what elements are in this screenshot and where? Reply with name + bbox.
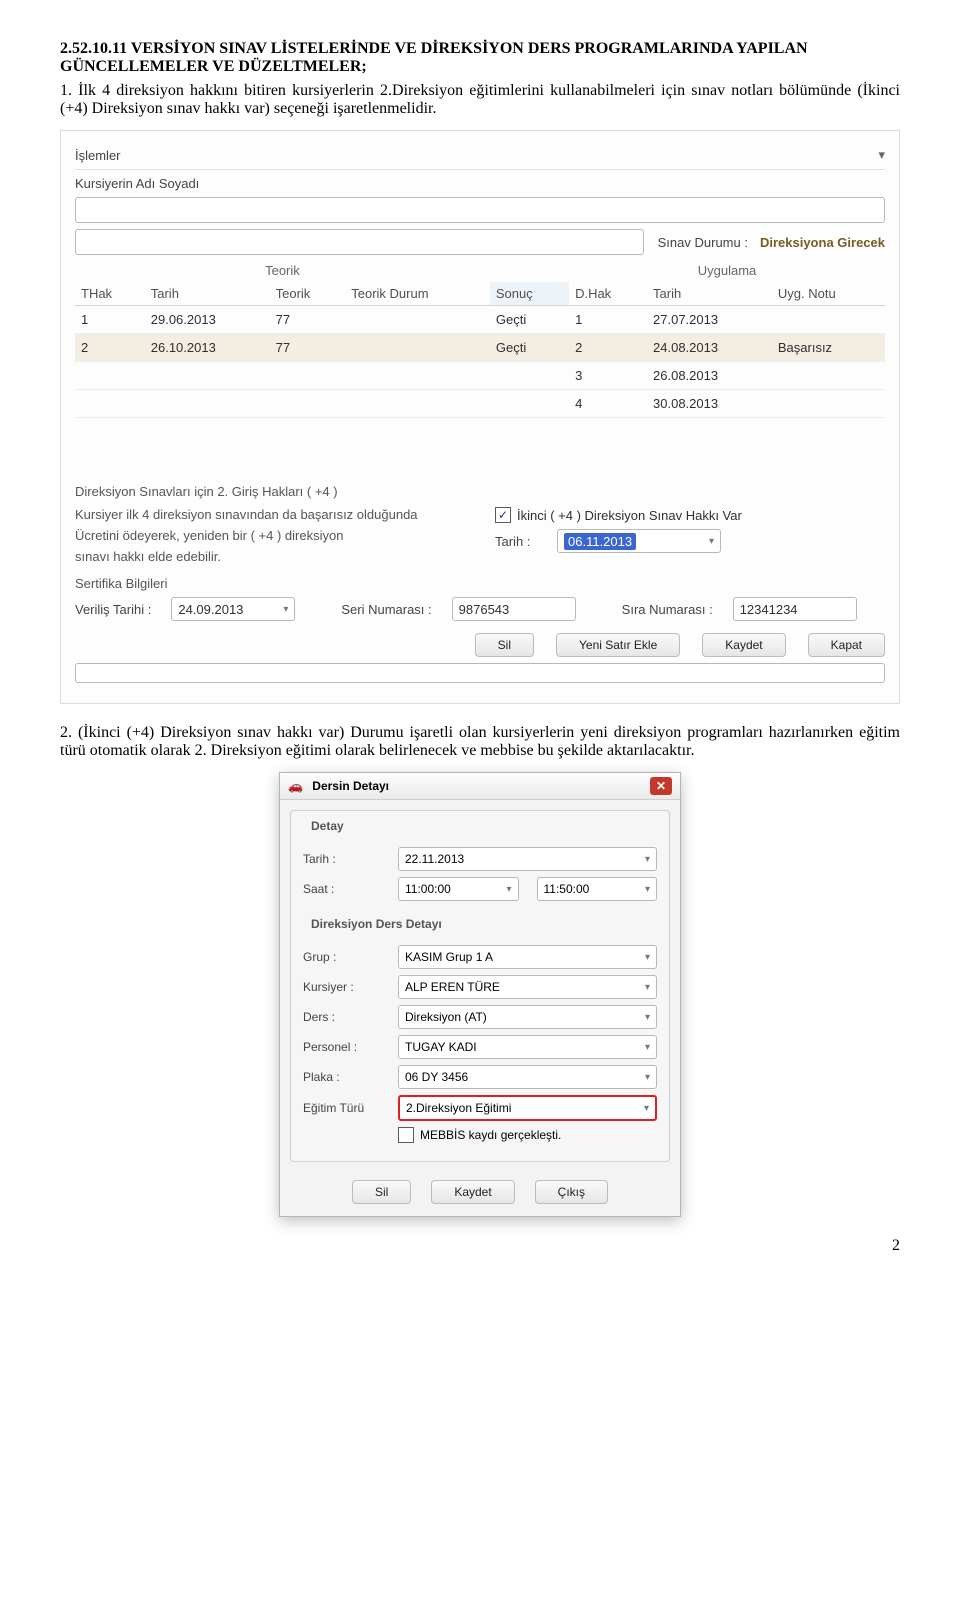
kapat-button[interactable]: Kapat [808,633,885,657]
th-thak: THak [75,282,145,306]
grup-input[interactable]: KASIM Grup 1 A [398,945,657,969]
paragraph-2: 2. (İkinci (+4) Direksiyon sınav hakkı v… [60,724,900,760]
kursiyer-input[interactable]: ALP EREN TÜRE [398,975,657,999]
mebbis-checkbox[interactable] [398,1127,414,1143]
saat-label: Saat : [303,882,398,896]
dlg-sil-button[interactable]: Sil [352,1180,411,1204]
yeni-satir-button[interactable]: Yeni Satır Ekle [556,633,680,657]
sertifika-title: Sertifika Bilgileri [75,576,885,591]
tarih-input[interactable]: 06.11.2013 ▾ [557,529,721,553]
ders-label: Ders : [303,1010,398,1024]
close-icon[interactable]: ✕ [650,777,672,795]
chevron-down-icon[interactable]: ▾ [709,536,714,547]
plaka-label: Plaka : [303,1070,398,1084]
car-icon: 🚗 [288,779,303,793]
verilis-tarihi-input[interactable]: 24.09.2013 ▾ [171,597,295,621]
egitim-turu-input[interactable]: 2.Direksiyon Eğitimi [398,1095,657,1121]
th-sonuc: Sonuç [490,282,569,306]
verilis-tarihi-label: Veriliş Tarihi : [75,602,151,617]
sira-numarasi-label: Sıra Numarası : [622,602,713,617]
doc-title: 2.52.10.11 VERSİYON SINAV LİSTELERİNDE V… [60,40,900,76]
kaydet-button[interactable]: Kaydet [702,633,785,657]
mebbis-label: MEBBİS kaydı gerçekleşti. [420,1128,561,1142]
saat-end-input[interactable]: 11:50:00 [537,877,658,901]
ikinci-hak-checkbox[interactable]: ✓ [495,507,511,523]
table-row[interactable]: 4 30.08.2013 [75,390,885,418]
th-group-teorik: Teorik [75,263,490,282]
page-number: 2 [60,1237,900,1255]
th-tarih2: Tarih [647,282,772,306]
ders-input[interactable]: Direksiyon (AT) [398,1005,657,1029]
menu-dropdown-icon[interactable]: ▾ [878,147,885,163]
exam-notes-window: İşlemler ▾ Kursiyerin Adı Soyadı Sınav D… [60,130,900,704]
giris-haklari-title: Direksiyon Sınavları için 2. Giriş Hakla… [75,484,885,499]
status-bar [75,663,885,683]
note-line-2: Ücretini ödeyerek, yeniden bir ( +4 ) di… [75,528,465,543]
kursiyer-name-label: Kursiyerin Adı Soyadı [75,176,879,191]
table-row[interactable]: 1 29.06.2013 77 Geçti 1 27.07.2013 [75,306,885,334]
dlg-kaydet-button[interactable]: Kaydet [431,1180,514,1204]
dialog-title: Dersin Detayı [312,779,389,793]
egitim-turu-label: Eğitim Türü [303,1101,398,1115]
seri-numarasi-input[interactable]: 9876543 [452,597,576,621]
th-tarih: Tarih [145,282,270,306]
sinav-durumu-value: Direksiyona Girecek [760,235,885,250]
group-detay-title: Detay [307,819,348,833]
lesson-detail-dialog: 🚗 Dersin Detayı ✕ Detay Tarih : 22.11.20… [279,772,681,1217]
seri-numarasi-label: Seri Numarası : [341,602,431,617]
group-direksiyon-title: Direksiyon Ders Detayı [307,917,446,931]
th-teorik: Teorik [270,282,346,306]
th-uygnotu: Uyg. Notu [772,282,885,306]
note-line-1: Kursiyer ilk 4 direksiyon sınavından da … [75,507,465,522]
divider [75,169,885,170]
grup-label: Grup : [303,950,398,964]
note-line-3: sınavı hakkı elde edebilir. [75,549,465,564]
saat-start-input[interactable]: 11:00:00 [398,877,519,901]
personel-input[interactable]: TUGAY KADI [398,1035,657,1059]
filter-input[interactable] [75,229,644,255]
chevron-down-icon[interactable]: ▾ [283,604,288,615]
paragraph-1: 1. İlk 4 direksiyon hakkını bitiren kurs… [60,82,900,118]
sira-numarasi-input[interactable]: 12341234 [733,597,857,621]
tarih-label: Tarih : [303,852,398,866]
sil-button[interactable]: Sil [475,633,534,657]
exam-table: Teorik Uygulama THak Tarih Teorik Teorik… [75,263,885,418]
th-group-uygulama: Uygulama [569,263,885,282]
th-dhak: D.Hak [569,282,647,306]
kursiyer-label: Kursiyer : [303,980,398,994]
table-row[interactable]: 2 26.10.2013 77 Geçti 2 24.08.2013 Başar… [75,334,885,362]
tarih-input[interactable]: 22.11.2013 [398,847,657,871]
tarih-label: Tarih : [495,534,545,549]
table-row[interactable]: 3 26.08.2013 [75,362,885,390]
personel-label: Personel : [303,1040,398,1054]
tarih-value: 06.11.2013 [564,533,636,550]
menu-islemler[interactable]: İşlemler [75,148,121,163]
dlg-cikis-button[interactable]: Çıkış [535,1180,608,1204]
sinav-durumu-label: Sınav Durumu : [658,235,748,250]
ikinci-hak-label: İkinci ( +4 ) Direksiyon Sınav Hakkı Var [517,508,742,523]
plaka-input[interactable]: 06 DY 3456 [398,1065,657,1089]
th-teorik-durum: Teorik Durum [345,282,490,306]
kursiyer-name-input[interactable] [75,197,885,223]
